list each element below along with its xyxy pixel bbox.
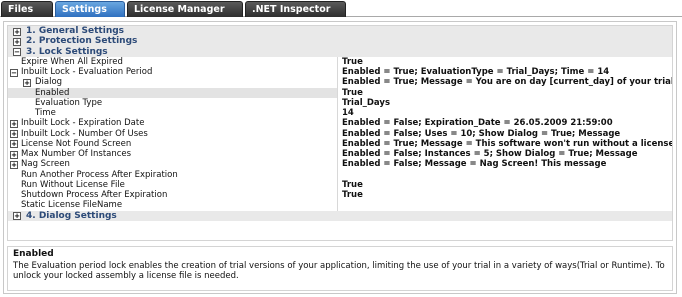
property-name: Expire When All Expired <box>8 56 338 67</box>
expand-plus-icon[interactable]: + <box>13 212 21 220</box>
property-row-nag-screen[interactable]: + Nag Screen Enabled = False; Message = … <box>8 159 672 170</box>
property-value[interactable]: 14 <box>339 108 672 118</box>
settings-panel: + 1. General Settings + 2. Protection Se… <box>3 21 677 294</box>
property-name: Time <box>8 108 338 119</box>
property-name: Shutdown Process After Expiration <box>8 190 338 201</box>
property-value[interactable]: Trial_Days <box>339 98 672 108</box>
expand-plus-icon[interactable]: + <box>13 27 21 36</box>
property-row-evaluation-type[interactable]: Evaluation Type Trial_Days <box>8 97 672 108</box>
category-protection-settings[interactable]: + 2. Protection Settings <box>8 36 672 47</box>
category-label: 4. Dialog Settings <box>26 210 117 221</box>
expand-plus-icon[interactable]: + <box>23 78 31 87</box>
category-lock-settings[interactable]: − 3. Lock Settings <box>8 46 672 57</box>
property-value[interactable]: True <box>339 57 672 67</box>
property-row-static-license-filename[interactable]: Static License FileName <box>8 200 672 211</box>
property-grid: + 1. General Settings + 2. Protection Se… <box>7 25 673 241</box>
tab-license-manager[interactable]: License Manager <box>127 1 243 17</box>
property-row-number-of-uses[interactable]: + Inbuilt Lock - Number Of Uses Enabled … <box>8 128 672 139</box>
property-row-run-another-process[interactable]: Run Another Process After Expiration <box>8 169 672 180</box>
property-value[interactable]: Enabled = True; Message = You are on day… <box>339 77 672 87</box>
property-row-time[interactable]: Time 14 <box>8 108 672 119</box>
category-label: 1. General Settings <box>26 26 125 36</box>
tab-settings[interactable]: Settings <box>55 1 125 17</box>
property-name: Inbuilt Lock - Expiration Date <box>8 118 338 129</box>
property-value[interactable] <box>339 200 672 210</box>
property-row-evaluation-period[interactable]: − Inbuilt Lock - Evaluation Period Enabl… <box>8 67 672 78</box>
property-name: Run Without License File <box>8 179 338 190</box>
property-name: Inbuilt Lock - Evaluation Period <box>8 67 338 78</box>
description-title: Enabled <box>13 249 54 259</box>
property-row-expiration-date[interactable]: + Inbuilt Lock - Expiration Date Enabled… <box>8 118 672 129</box>
category-label: 3. Lock Settings <box>26 46 108 57</box>
property-name: Enabled <box>8 87 338 98</box>
property-row-expire-when-all-expired[interactable]: Expire When All Expired True <box>8 56 672 67</box>
property-row-license-not-found[interactable]: + License Not Found Screen Enabled = Tru… <box>8 138 672 149</box>
collapse-minus-icon[interactable]: − <box>13 48 21 56</box>
property-value[interactable] <box>339 170 672 180</box>
property-name: Static License FileName <box>8 200 338 211</box>
property-value[interactable]: Enabled = False; Message = Nag Screen! T… <box>339 159 672 169</box>
property-name: License Not Found Screen <box>8 138 338 149</box>
category-label: 2. Protection Settings <box>26 36 138 47</box>
property-value[interactable]: True <box>339 190 672 200</box>
property-name: Run Another Process After Expiration <box>8 169 338 180</box>
tab-net-inspector[interactable]: .NET Inspector <box>245 1 346 17</box>
property-value[interactable]: Enabled = False; Expiration_Date = 26.05… <box>339 118 672 128</box>
property-row-max-instances[interactable]: + Max Number Of Instances Enabled = Fals… <box>8 149 672 160</box>
category-general-settings[interactable]: + 1. General Settings <box>8 26 672 37</box>
tab-bar: Files Settings License Manager .NET Insp… <box>0 0 682 17</box>
property-name: Dialog <box>8 77 338 88</box>
property-value[interactable]: Enabled = True; Message = This software … <box>339 139 672 149</box>
description-text: The Evaluation period lock enables the c… <box>13 261 665 281</box>
property-name: Inbuilt Lock - Number Of Uses <box>8 128 338 139</box>
property-value[interactable]: True <box>339 88 672 98</box>
property-value[interactable]: Enabled = True; EvaluationType = Trial_D… <box>339 67 672 77</box>
property-value[interactable]: Enabled = False; Instances = 5; Show Dia… <box>339 149 672 159</box>
description-pane: Enabled The Evaluation period lock enabl… <box>7 246 673 291</box>
property-row-dialog[interactable]: Dialog + Enabled = True; Message = You a… <box>8 77 672 88</box>
property-row-run-without-license[interactable]: Run Without License File True <box>8 179 672 190</box>
property-name: Evaluation Type <box>8 97 338 108</box>
property-row-shutdown-process[interactable]: Shutdown Process After Expiration True <box>8 190 672 201</box>
tab-files[interactable]: Files <box>1 1 53 17</box>
property-name: Max Number Of Instances <box>8 149 338 160</box>
property-name: Nag Screen <box>8 159 338 170</box>
category-dialog-settings[interactable]: + 4. Dialog Settings <box>8 210 672 221</box>
property-row-enabled[interactable]: Enabled True <box>8 87 672 98</box>
property-value[interactable]: True <box>339 180 672 190</box>
expand-plus-icon[interactable]: + <box>13 37 21 46</box>
property-value[interactable]: Enabled = False; Uses = 10; Show Dialog … <box>339 129 672 139</box>
